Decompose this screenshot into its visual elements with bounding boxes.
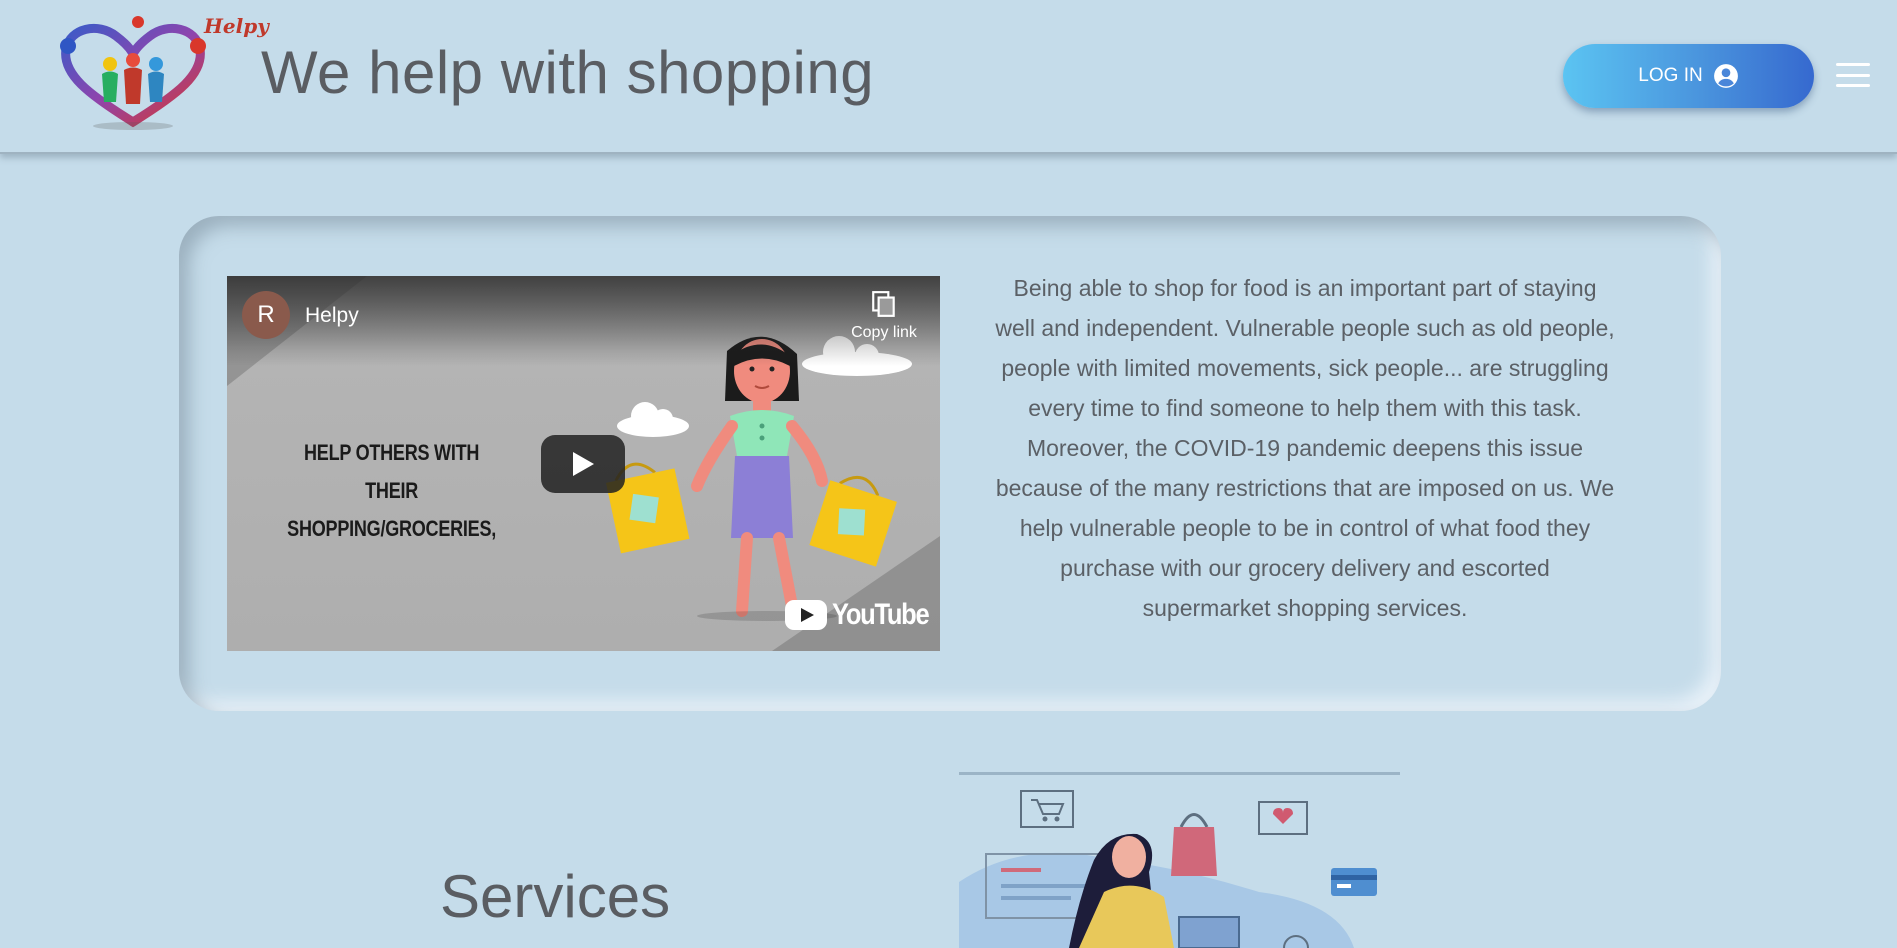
copy-icon: [872, 291, 895, 317]
helpy-logo[interactable]: Helpy: [58, 14, 269, 134]
login-button-label: LOG IN: [1638, 65, 1703, 86]
youtube-logo-icon: [785, 600, 827, 630]
copy-link-label: Copy link: [851, 324, 917, 341]
video-headline: HELP OTHERS WITH THEIR SHOPPING/GROCERIE…: [287, 440, 497, 541]
copy-link-button[interactable]: Copy link: [839, 290, 929, 350]
heart-people-logo-icon: [60, 16, 206, 130]
menu-bar: [1836, 84, 1870, 87]
services-heading: Services: [440, 863, 671, 930]
channel-avatar[interactable]: R: [242, 291, 290, 339]
page-title: We help with shopping: [261, 39, 875, 106]
logo-wordmark: Helpy: [204, 14, 269, 38]
video-player[interactable]: R Helpy Copy link HELP OTHERS WITH THEIR…: [227, 276, 940, 651]
user-circle-icon: [1713, 64, 1738, 88]
play-icon: [573, 452, 594, 476]
intro-card: R Helpy Copy link HELP OTHERS WITH THEIR…: [179, 216, 1721, 711]
menu-bar: [1836, 73, 1870, 77]
video-title[interactable]: Helpy: [305, 304, 359, 328]
login-button[interactable]: LOG IN: [1563, 44, 1814, 108]
intro-description: Being able to shop for food is an import…: [995, 275, 1615, 621]
services-illustration: [959, 772, 1400, 948]
youtube-wordmark: YouTube: [832, 598, 930, 631]
menu-bar: [1836, 63, 1870, 66]
site-header: Helpy We help with shopping LOG IN: [0, 0, 1897, 154]
youtube-logo[interactable]: YouTube: [784, 598, 940, 631]
play-button[interactable]: [541, 435, 625, 493]
online-shopping-illustration: [959, 772, 1400, 948]
hamburger-menu-icon[interactable]: [1836, 60, 1870, 90]
